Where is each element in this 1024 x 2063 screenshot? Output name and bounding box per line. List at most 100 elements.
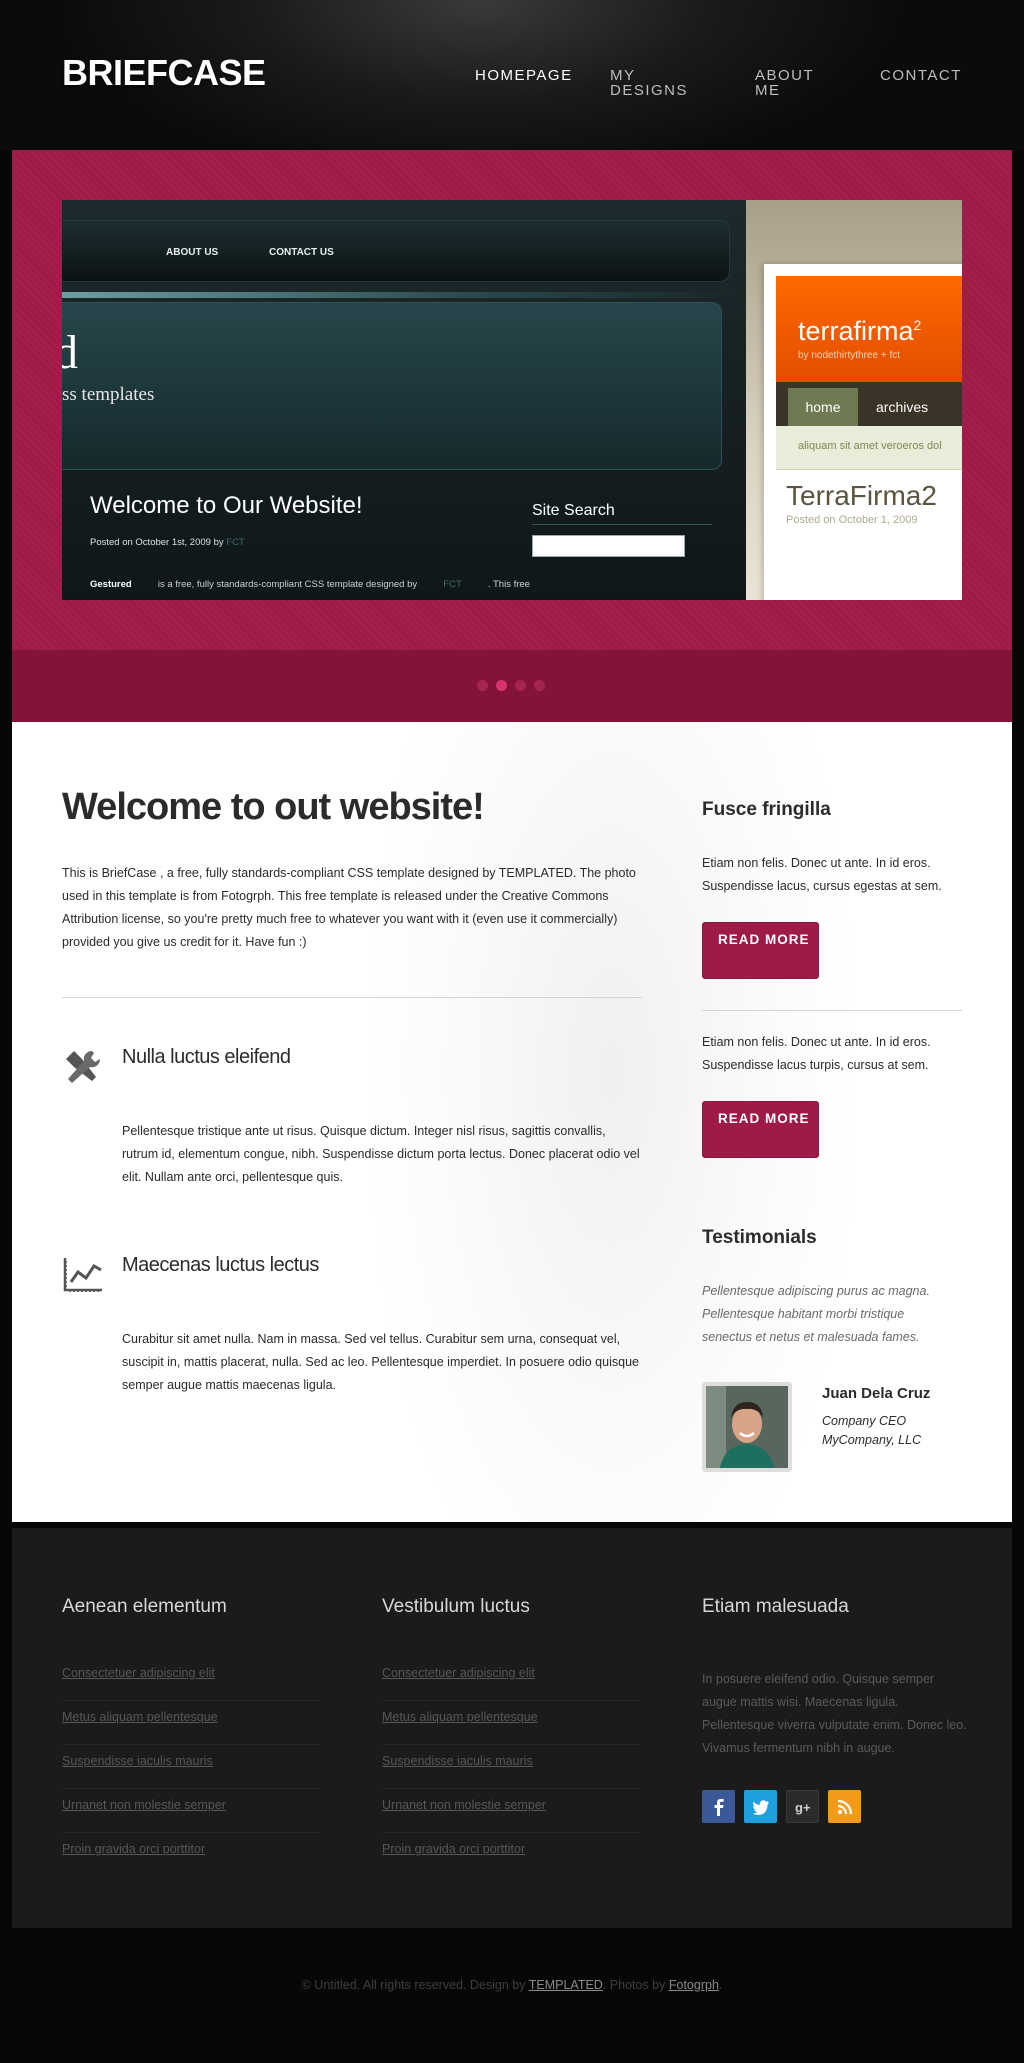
footer-link[interactable]: Urnanet non molestie semper <box>382 1798 546 1812</box>
slide-search-box <box>532 535 685 557</box>
nav-homepage[interactable]: HOMEPAGE <box>475 68 573 83</box>
slide-nav-contact: CONTACT US <box>269 247 334 258</box>
copyright-text: © Untitled. All rights reserved. Design … <box>301 1978 526 1992</box>
slide-search-title: Site Search <box>532 502 615 519</box>
footer-divider <box>382 1788 640 1789</box>
slide-body: Gestured is a free, fully standards-comp… <box>90 579 530 590</box>
slider-dots <box>477 680 545 691</box>
testimonials-title: Testimonials <box>702 1227 817 1248</box>
slider-dot[interactable] <box>496 680 507 691</box>
footer-divider <box>62 1788 320 1789</box>
footer-text: In posuere eleifend odio. Quisque semper… <box>702 1672 967 1755</box>
footer-link[interactable]: Consectetuer adipiscing elit <box>62 1666 215 1680</box>
terrafirma-menu-home: home <box>788 388 858 426</box>
nav-contact[interactable]: CONTACT <box>880 68 962 83</box>
feature-title: Maecenas luctus lectus <box>122 1254 319 1276</box>
footer-link[interactable]: Metus aliquam pellentesque <box>382 1710 538 1724</box>
intro-text: This is BriefCase , a free, fully standa… <box>62 866 636 949</box>
footer-col1-title: Aenean elementum <box>62 1596 227 1617</box>
slide-image[interactable]: ABOUT US CONTACT US d ss templates Welco… <box>62 200 962 600</box>
svg-text:g+: g+ <box>795 1800 811 1815</box>
footer-divider <box>62 1744 320 1745</box>
read-more-button[interactable]: READ MORE <box>702 1101 819 1158</box>
footer-col3-title: Etiam malesuada <box>702 1596 849 1617</box>
slider-dot[interactable] <box>515 680 526 691</box>
terrafirma-card: terrafirma2 by nodethirtythree + fct hom… <box>764 264 962 600</box>
terrafirma-strip-text: aliquam sit amet veroeros dol <box>798 440 942 452</box>
terrafirma-strip: aliquam sit amet veroeros dol <box>776 426 962 470</box>
terrafirma-byline: by nodethirtythree + fct <box>798 350 901 361</box>
slide-body-text: is a free, fully standards-compliant CSS… <box>157 579 418 590</box>
twitter-icon[interactable] <box>744 1790 777 1823</box>
footer-link[interactable]: Consectetuer adipiscing elit <box>382 1666 535 1680</box>
footer-col2-title: Vestibulum luctus <box>382 1596 530 1617</box>
site-logo[interactable]: BRIEFCASE <box>62 52 266 94</box>
sidebar-title: Fusce fringilla <box>702 799 831 820</box>
footer-divider <box>62 1700 320 1701</box>
terrafirma2-posted: Posted on October 1, 2009 <box>786 514 918 526</box>
slide-glow-line <box>62 292 742 298</box>
slide-nav-about: ABOUT US <box>166 247 219 258</box>
site-footer: Aenean elementum Consectetuer adipiscing… <box>12 1528 1012 1928</box>
nav-my-designs[interactable]: MY DESIGNS <box>610 68 700 98</box>
sidebar-text: Etiam non felis. Donec ut ante. In id er… <box>702 1035 931 1072</box>
facebook-icon[interactable] <box>702 1790 735 1823</box>
feature-title: Nulla luctus eleifend <box>122 1046 291 1068</box>
slide-body-end: . This free <box>487 579 530 590</box>
copyright-middle: . Photos by <box>602 1978 666 1992</box>
feature-text: Pellentesque tristique ante ut risus. Qu… <box>122 1124 640 1184</box>
tools-icon <box>62 1047 104 1089</box>
testimonial-position: Company CEO <box>822 1414 907 1428</box>
footer-link[interactable]: Proin gravida orci porttitor <box>382 1842 525 1856</box>
footer-link[interactable]: Urnanet non molestie semper <box>62 1798 226 1812</box>
testimonial-quote: Pellentesque adipiscing purus ac magna. … <box>702 1284 930 1344</box>
footer-link[interactable]: Suspendisse iaculis mauris <box>382 1754 533 1768</box>
slide-hero-panel <box>62 302 722 470</box>
slide-search-divider <box>532 524 712 525</box>
fotogrph-link[interactable]: Fotogrph <box>669 1978 719 1992</box>
slide-body-link: FCT <box>443 579 462 590</box>
footer-link[interactable]: Proin gravida orci porttitor <box>62 1842 205 1856</box>
footer-link[interactable]: Metus aliquam pellentesque <box>62 1710 218 1724</box>
read-more-button[interactable]: READ MORE <box>702 922 819 979</box>
sidebar-text: Etiam non felis. Donec ut ante. In id er… <box>702 856 942 893</box>
slider-pager <box>12 650 1012 722</box>
banner: ABOUT US CONTACT US d ss templates Welco… <box>12 150 1012 650</box>
google-plus-icon[interactable]: g+ <box>786 1790 819 1823</box>
rss-icon[interactable] <box>828 1790 861 1823</box>
slide-posted: Posted on October 1st, 2009 by FCT <box>90 537 245 548</box>
feature-text: Curabitur sit amet nulla. Nam in massa. … <box>122 1332 639 1392</box>
terrafirma-menu-archives: archives <box>876 399 929 415</box>
main-content: Welcome to out website! This is BriefCas… <box>12 722 1012 1522</box>
slide-posted-author: FCT <box>226 537 245 548</box>
content-divider <box>62 997 642 998</box>
chart-icon <box>62 1254 104 1296</box>
avatar <box>702 1382 792 1472</box>
slide-welcome-heading: Welcome to Our Website! <box>90 492 363 519</box>
slider-dot[interactable] <box>534 680 545 691</box>
testimonial-name: Juan Dela Cruz <box>822 1385 931 1402</box>
terrafirma-menu: home archives <box>776 382 962 426</box>
copyright: © Untitled. All rights reserved. Design … <box>0 1978 1024 1992</box>
nav-about-me[interactable]: ABOUT ME <box>755 68 835 98</box>
sidebar-divider <box>702 1010 962 1011</box>
footer-link[interactable]: Suspendisse iaculis mauris <box>62 1754 213 1768</box>
site-header: BRIEFCASE HOMEPAGE MY DESIGNS ABOUT ME C… <box>0 0 1024 150</box>
page-title: Welcome to out website! <box>62 786 485 828</box>
slide-posted-text: Posted on October 1st, 2009 by <box>90 537 224 548</box>
terrafirma2-title: TerraFirma2 <box>786 480 937 511</box>
testimonial-role: Company CEO MyCompany, LLC <box>822 1412 1002 1450</box>
slide-body-bold: Gestured <box>90 579 132 590</box>
slide-hero-heading: d <box>62 326 78 379</box>
slide-nav-bar: ABOUT US CONTACT US <box>62 220 730 282</box>
slide-left-screenshot: ABOUT US CONTACT US d ss templates Welco… <box>62 200 746 600</box>
copyright-end: . <box>718 1978 723 1992</box>
footer-divider <box>62 1832 320 1833</box>
slide-hero-subheading: ss templates <box>62 384 155 405</box>
footer-divider <box>382 1832 640 1833</box>
templated-link[interactable]: TEMPLATED <box>529 1978 603 1992</box>
testimonial-company: MyCompany, LLC <box>822 1433 922 1447</box>
terrafirma-header: terrafirma2 by nodethirtythree + fct <box>776 276 962 382</box>
footer-divider <box>382 1700 640 1701</box>
slider-dot[interactable] <box>477 680 488 691</box>
